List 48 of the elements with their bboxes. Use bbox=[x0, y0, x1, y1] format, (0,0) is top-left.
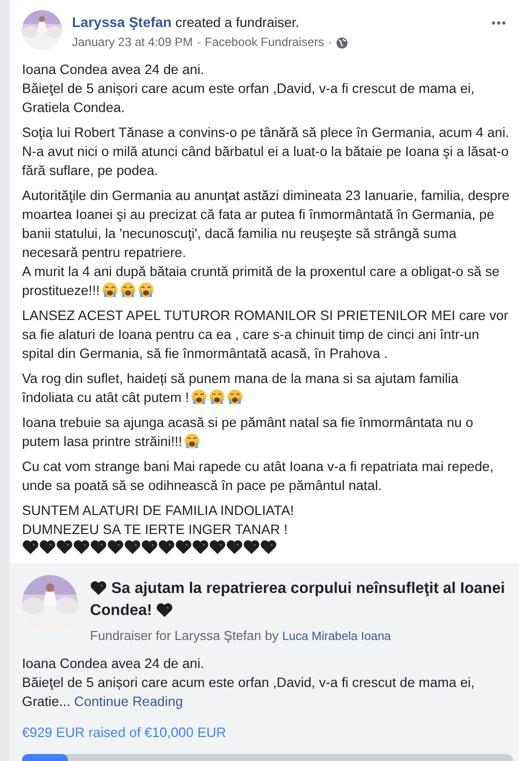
fundraiser-excerpt: Ioana Condea avea 24 de ani. Băieţel de 5 anișori care acum este orfan ,David, v-a fi crescut de mama ei, Gratie... Continue Reading bbox=[22, 655, 476, 711]
post-paragraph: Autorităţile din Germania au anunţat astăzi dimineata 23 Ianuarie, familia, despre moartea Ioanei şi au precizat că fata ar putea fi înmormântată în Germania, pe banii statului, la 'necunoscuţi', dacă familia nu reuşeşte să strângă suma necesară pentru repatriere. A murit la 4 ani după bătaia cruntă primită de la proxentul care a obligat-o să se prostitueze!!! bbox=[22, 187, 510, 300]
heart-icon bbox=[73, 539, 90, 555]
globe-icon bbox=[336, 36, 348, 48]
fundraiser-title[interactable]: Sa ajutam la repatrierea corpului neînsufleţit al Ioanei Condea! bbox=[90, 575, 513, 622]
heart-icon bbox=[192, 539, 209, 555]
heart-icon bbox=[39, 539, 56, 555]
crying-face-icon bbox=[120, 282, 136, 298]
heart-icon bbox=[260, 539, 277, 555]
separator-dot: · bbox=[328, 34, 332, 51]
heart-icon bbox=[209, 539, 226, 555]
heart-icon bbox=[90, 580, 107, 596]
heart-icon bbox=[175, 539, 192, 555]
heart-icon bbox=[107, 539, 124, 555]
crying-face-icon bbox=[102, 282, 118, 298]
crying-face-icon bbox=[227, 389, 244, 405]
post-paragraph: Ioana trebuie sa ajunga acasă si pe pământ natal sa fie înmormântata nu o putem lasa printre străini!!! bbox=[22, 414, 474, 451]
heart-icon bbox=[22, 539, 39, 555]
post-paragraph: Ioana Condea avea 24 de ani. Băieţel de 5 anișori care acum este orfan ,David, v-a fi crescut de mama ei, Gratiela Condea. bbox=[22, 61, 476, 117]
heart-icon bbox=[156, 602, 174, 618]
heart-icon bbox=[158, 539, 175, 555]
fundraiser-card[interactable] bbox=[10, 563, 519, 761]
crying-face-icon bbox=[184, 433, 200, 449]
continue-reading-link[interactable]: Continue Reading bbox=[74, 694, 183, 709]
more-options-button[interactable]: ••• bbox=[491, 10, 507, 33]
heart-icon bbox=[226, 539, 243, 555]
heart-icon bbox=[141, 539, 158, 555]
post-paragraph: Soţia lui Robert Tănase a convins-o pe tânără să plece în Germania, acum 4 ani. N-a avut nici o milă atunci când bărbatul ei a luat-o la bătaie pe Ioana şi a lăsat-o fără suflare, pe podea. bbox=[22, 124, 510, 180]
organizer-link[interactable]: Luca Mirabela Ioana bbox=[282, 629, 391, 643]
fundraiser-subtitle: Fundraiser for Laryssa Ştefan by bbox=[90, 628, 279, 643]
post-action: created a fundraiser. bbox=[175, 15, 300, 30]
post-paragraph: LANSEZ ACEST APEL TUTUROR ROMANILOR SI PRIETENILOR MEI care vor sa fie alaturi de Ioana pentru ca ea , care s-a chinuit timp de cinci ani într-un spital din Germania, să fie înmormântată acasă, în Prahova . bbox=[22, 307, 510, 363]
separator-dot: · bbox=[196, 34, 201, 51]
crying-face-icon bbox=[191, 389, 208, 405]
raised-amount: €929 EUR raised of €10,000 EUR bbox=[22, 724, 228, 742]
post-paragraph: SUNTEM ALATURI DE FAMILIA INDOLIATA! DUMNEZEU SA TE IERTE INGER TANAR ! bbox=[22, 502, 295, 539]
author-name[interactable]: Laryssa Ştefan bbox=[72, 14, 172, 30]
heart-icon bbox=[90, 539, 107, 555]
heart-icon bbox=[124, 539, 141, 555]
avatar[interactable] bbox=[22, 10, 62, 50]
crying-face-icon bbox=[209, 389, 226, 405]
heart-icon bbox=[56, 539, 73, 555]
post-source[interactable]: Facebook Fundraisers bbox=[204, 33, 324, 52]
crying-face-icon bbox=[138, 282, 154, 298]
heart-icon bbox=[243, 539, 260, 555]
post-paragraph: Cu cat vom strange bani Mai rapede cu atât Ioana v-a fi repatriata mai repede, unde sa poată să se odihnească în pace pe pământul natal. bbox=[22, 458, 495, 495]
post-paragraph: Va rog din suflet, haideți să punem mana de la mana si sa ajutam familia îndoliata cu atât cât putem ! bbox=[22, 370, 460, 407]
post-time[interactable]: January 23 at 4:09 PM bbox=[72, 33, 193, 52]
